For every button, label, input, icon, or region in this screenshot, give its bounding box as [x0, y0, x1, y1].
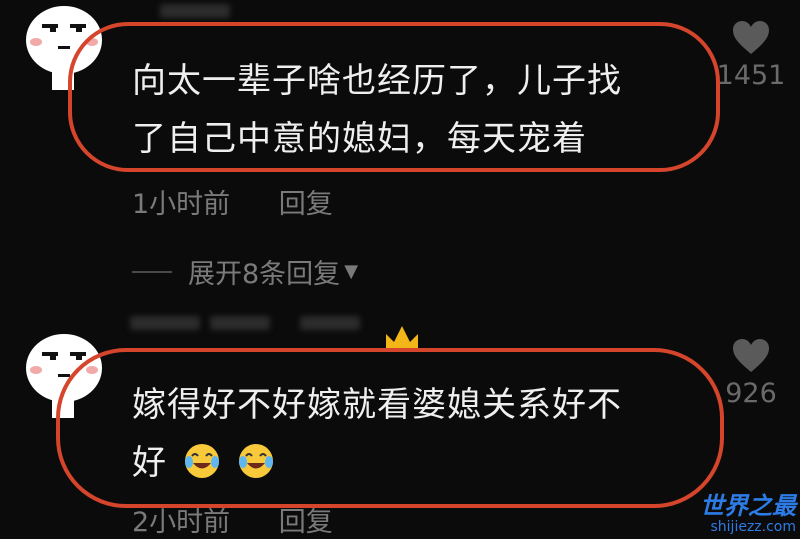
like-button[interactable]: 926 — [716, 338, 786, 409]
comment-text-line: 好 — [132, 443, 167, 483]
comment-text-line: 了自己中意的媳妇，每天宠着 — [132, 119, 587, 159]
comment-meta: 1小时前 回复 — [132, 182, 333, 221]
heart-icon — [733, 339, 769, 372]
reply-button[interactable]: 回复 — [279, 189, 333, 220]
laugh-cry-emoji-icon — [238, 444, 273, 478]
comment-text-line: 嫁得好不好嫁就看婆媳关系好不 — [132, 385, 622, 425]
laugh-cry-emoji-icon — [184, 444, 219, 478]
username-blurred — [210, 316, 270, 330]
like-count: 926 — [725, 378, 777, 409]
comment-text: 向太一辈子啥也经历了，儿子找 了自己中意的媳妇，每天宠着 — [132, 52, 622, 168]
comment-item: 嫁得好不好嫁就看婆媳关系好不 好 926 2小时前 回复 — [0, 310, 800, 539]
watermark-title: 世界之最 — [700, 492, 796, 520]
expand-replies-label: 展开8条回复 — [188, 259, 341, 290]
username-blurred — [130, 316, 200, 330]
expand-replies[interactable]: 展开8条回复 ▼ — [132, 252, 358, 291]
comment-item: 向太一辈子啥也经历了，儿子找 了自己中意的媳妇，每天宠着 1451 1小时前 回… — [0, 0, 800, 245]
triangle-down-icon: ▼ — [344, 261, 359, 282]
watermark-url: shijiezz.com — [710, 519, 797, 535]
watermark: 世界之最 shijiezz.com — [700, 493, 796, 535]
username-blurred — [160, 4, 230, 18]
comment-time: 1小时前 — [132, 189, 231, 220]
heart-icon — [733, 21, 769, 54]
comment-text-line: 向太一辈子啥也经历了，儿子找 — [132, 61, 622, 101]
comment-meta: 2小时前 回复 — [132, 500, 333, 539]
divider — [132, 270, 172, 273]
reply-button[interactable]: 回复 — [279, 507, 333, 538]
username-blurred — [300, 316, 360, 330]
like-count: 1451 — [716, 60, 786, 91]
comment-text: 嫁得好不好嫁就看婆媳关系好不 好 — [132, 376, 622, 492]
comment-time: 2小时前 — [132, 507, 231, 538]
like-button[interactable]: 1451 — [716, 20, 786, 91]
